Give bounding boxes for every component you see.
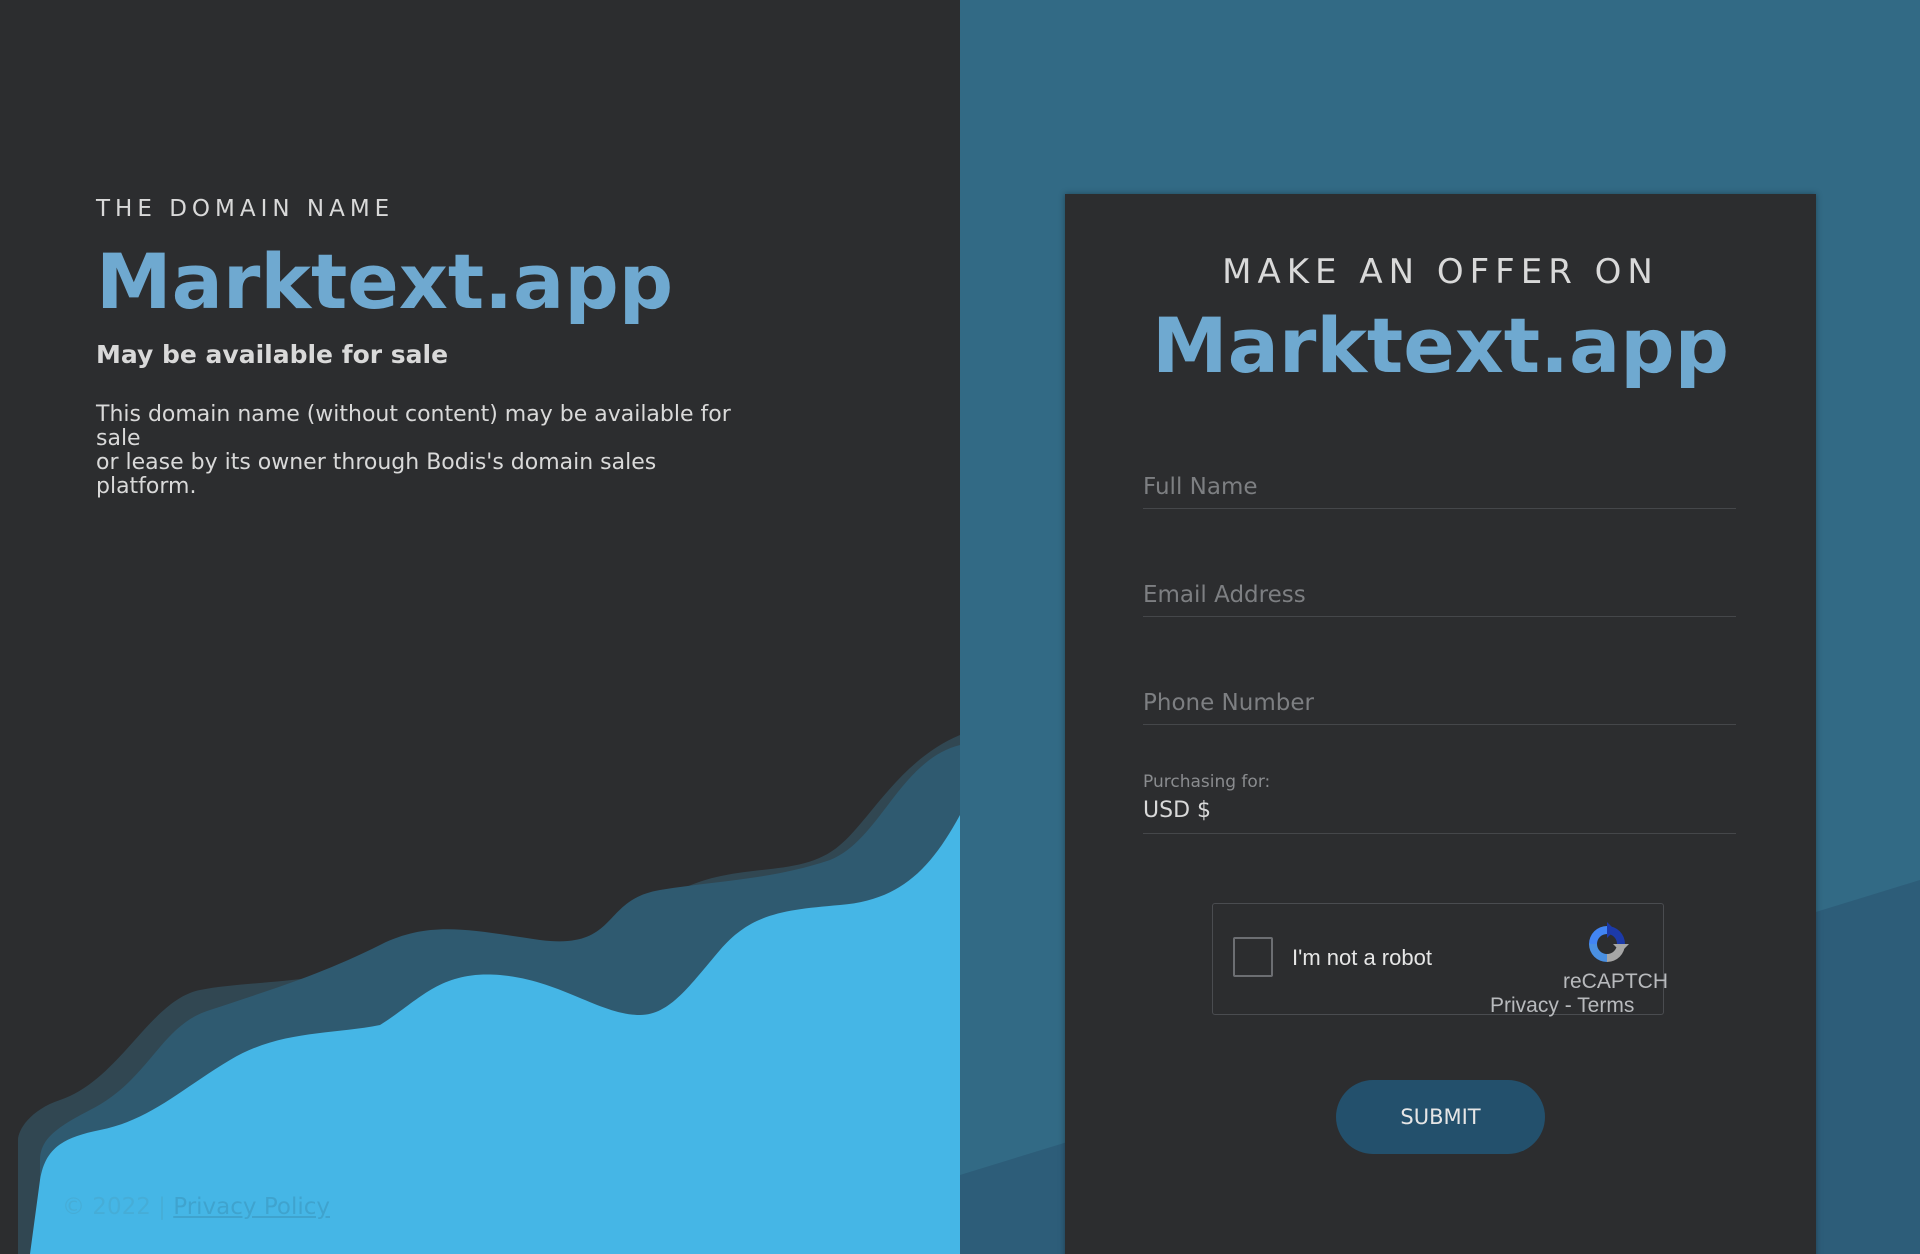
full-name-input[interactable] [1143,474,1736,508]
recaptcha-terms-link[interactable]: Terms [1577,994,1634,1017]
domain-eyebrow: THE DOMAIN NAME [96,196,395,222]
footer: © 2022 | Privacy Policy [62,1194,330,1220]
offer-domain-title: Marktext.app [1151,301,1730,390]
availability-heading: May be available for sale [96,340,449,369]
offer-eyebrow: MAKE AN OFFER ON [1222,252,1659,292]
recaptcha-logo-icon [1589,922,1629,962]
recaptcha-checkbox[interactable] [1233,937,1273,977]
recaptcha-widget: I'm not a robot reCAPTCH Privacy - Terms [1212,903,1668,1018]
footer-separator: | [158,1194,166,1220]
recaptcha-brand: reCAPTCH [1563,970,1669,993]
recaptcha-label: I'm not a robot [1292,945,1432,970]
currency-value: USD $ [1143,798,1211,823]
right-panel: MAKE AN OFFER ON Marktext.app Purchasing… [960,0,1920,1254]
privacy-policy-link[interactable]: Privacy Policy [173,1194,330,1220]
recaptcha-privacy-link[interactable]: Privacy [1490,994,1559,1017]
full-name-field [1143,474,1736,509]
domain-title: Marktext.app [96,237,674,326]
recaptcha-dash: - [1564,994,1572,1017]
currency-label: Purchasing for: [1143,772,1271,792]
page: THE DOMAIN NAME Marktext.app May be avai… [0,0,1920,1254]
left-content: THE DOMAIN NAME Marktext.app May be avai… [96,196,796,499]
currency-select[interactable]: Purchasing for: USD $ [1143,772,1736,834]
email-field [1143,582,1736,617]
phone-input[interactable] [1143,690,1736,724]
email-input[interactable] [1143,582,1736,616]
offer-card: MAKE AN OFFER ON Marktext.app Purchasing… [1065,194,1816,1254]
wave-illustration [18,735,960,1254]
phone-field [1143,690,1736,725]
recaptcha-links: Privacy - Terms [1490,994,1634,1018]
domain-description: This domain name (without content) may b… [96,403,756,499]
description-line-2: or lease by its owner through Bodis's do… [96,450,657,499]
left-panel: THE DOMAIN NAME Marktext.app May be avai… [0,0,960,1254]
description-line-1: This domain name (without content) may b… [96,402,731,451]
submit-button[interactable]: SUBMIT [1336,1080,1545,1154]
copyright-text: © 2022 [62,1194,151,1220]
